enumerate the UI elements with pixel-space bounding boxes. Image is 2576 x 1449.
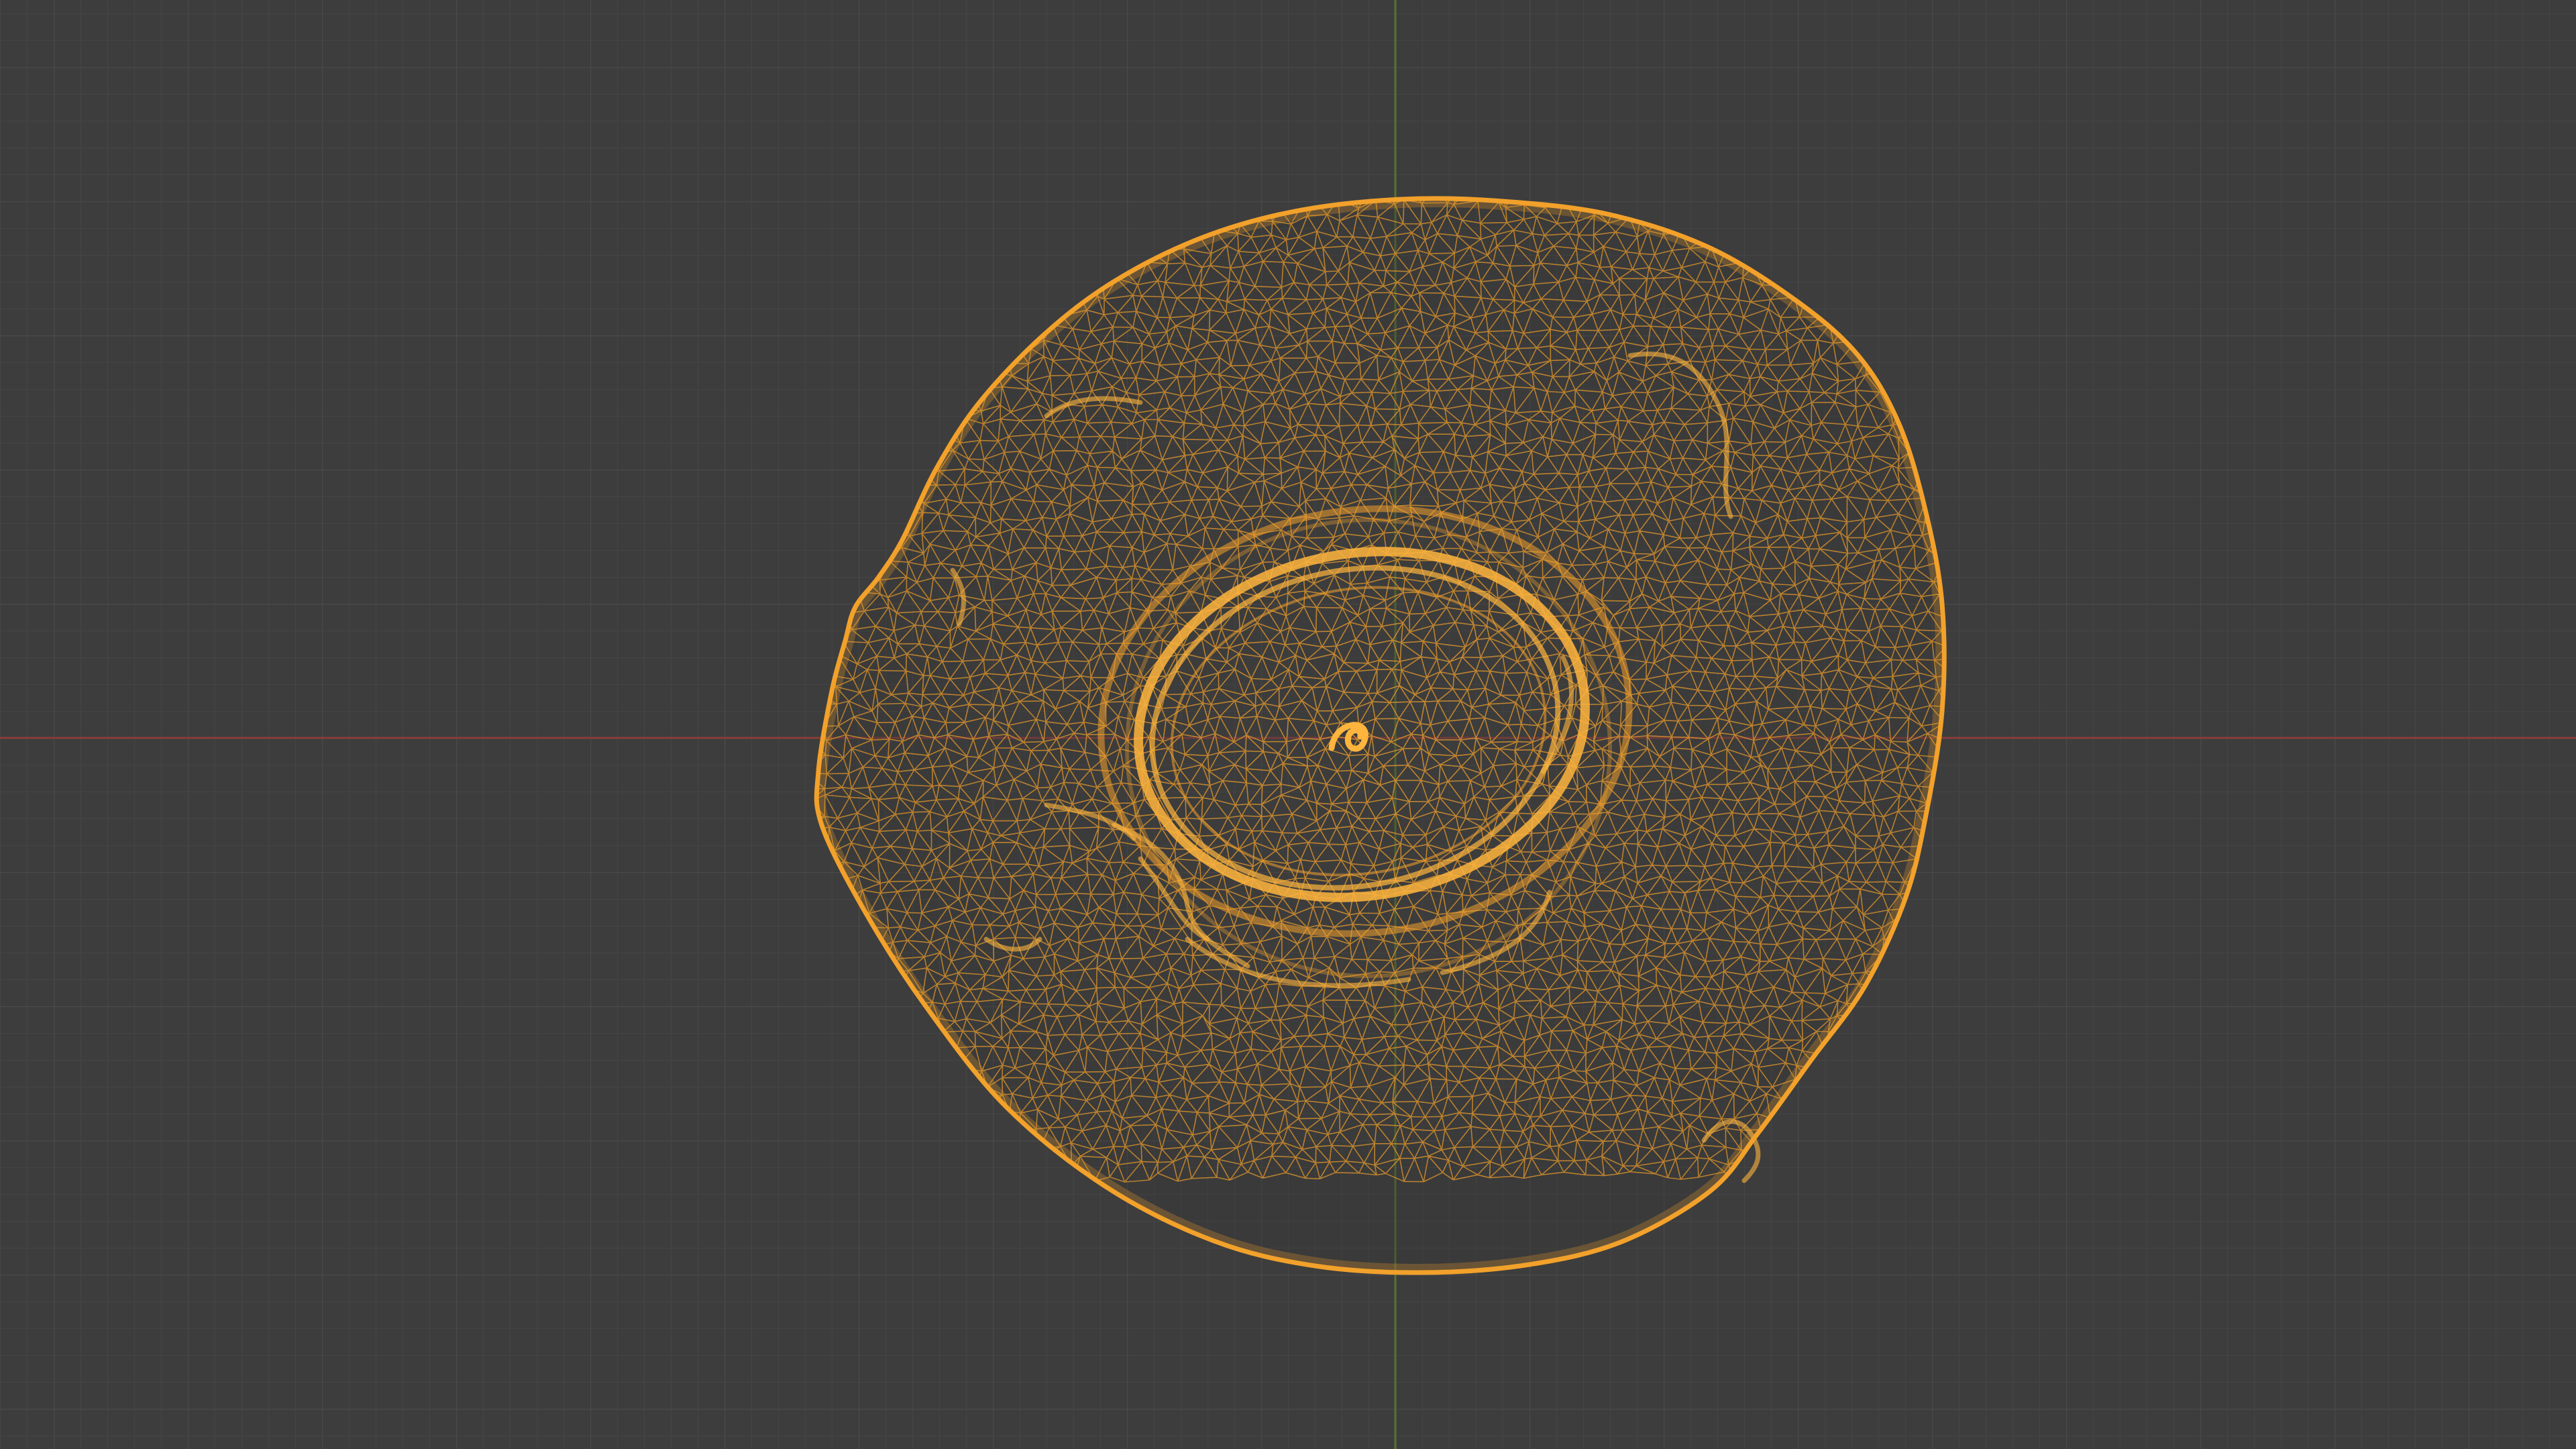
3d-viewport[interactable] [0,0,2576,1449]
viewport-canvas[interactable] [0,0,2576,1449]
